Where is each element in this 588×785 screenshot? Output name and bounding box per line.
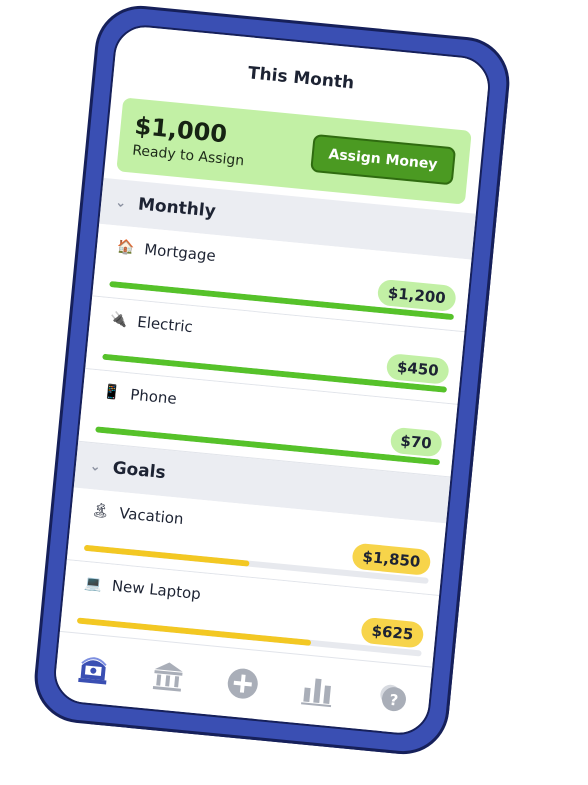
tab-help[interactable]: ? [370,676,414,720]
category-name: New Laptop [111,576,202,604]
category-name: Phone [129,385,178,408]
category-amount[interactable]: $70 [389,426,443,458]
island-icon: 🏝 [90,502,111,520]
phone-icon: 📱 [102,383,122,402]
svg-text:?: ? [388,691,398,710]
accounts-icon [153,662,183,692]
category-label: 🔌 Electric [109,310,193,336]
help-icon: ? [379,684,406,712]
tab-add[interactable] [221,662,265,706]
add-transaction-icon [227,668,258,699]
reports-icon [300,678,331,708]
plug-icon: 🔌 [109,311,129,329]
house-icon: 🏠 [116,238,136,257]
phone-frame: This Month $1,000 Ready to Assign Assign… [30,1,514,759]
group-name: Monthly [137,194,217,222]
category-label: 💻 New Laptop [84,574,202,603]
category-name: Vacation [118,504,185,529]
category-name: Mortgage [143,240,217,265]
category-name: Electric [136,312,194,337]
tab-reports[interactable] [295,669,339,713]
phone-mockup: This Month $1,000 Ready to Assign Assign… [30,1,514,759]
category-amount[interactable]: $625 [360,616,425,649]
tab-budget[interactable] [72,647,116,691]
category-amount[interactable]: $450 [385,353,450,385]
budget-icon [78,657,108,685]
category-label: 🏠 Mortgage [116,238,216,265]
group-name: Goals [111,458,167,484]
assign-money-button[interactable]: Assign Money [309,133,457,186]
stage: This Month $1,000 Ready to Assign Assign… [0,0,588,785]
category-label: 📱 Phone [102,383,177,408]
category-label: 🏝 Vacation [90,501,185,529]
chevron-down-icon: ⌄ [114,194,127,211]
chevron-down-icon: ⌄ [89,458,102,475]
ready-to-assign-info: $1,000 Ready to Assign [132,112,248,170]
laptop-icon: 💻 [83,575,103,593]
tab-accounts[interactable] [146,655,190,699]
phone-screen: This Month $1,000 Ready to Assign Assign… [51,22,493,738]
